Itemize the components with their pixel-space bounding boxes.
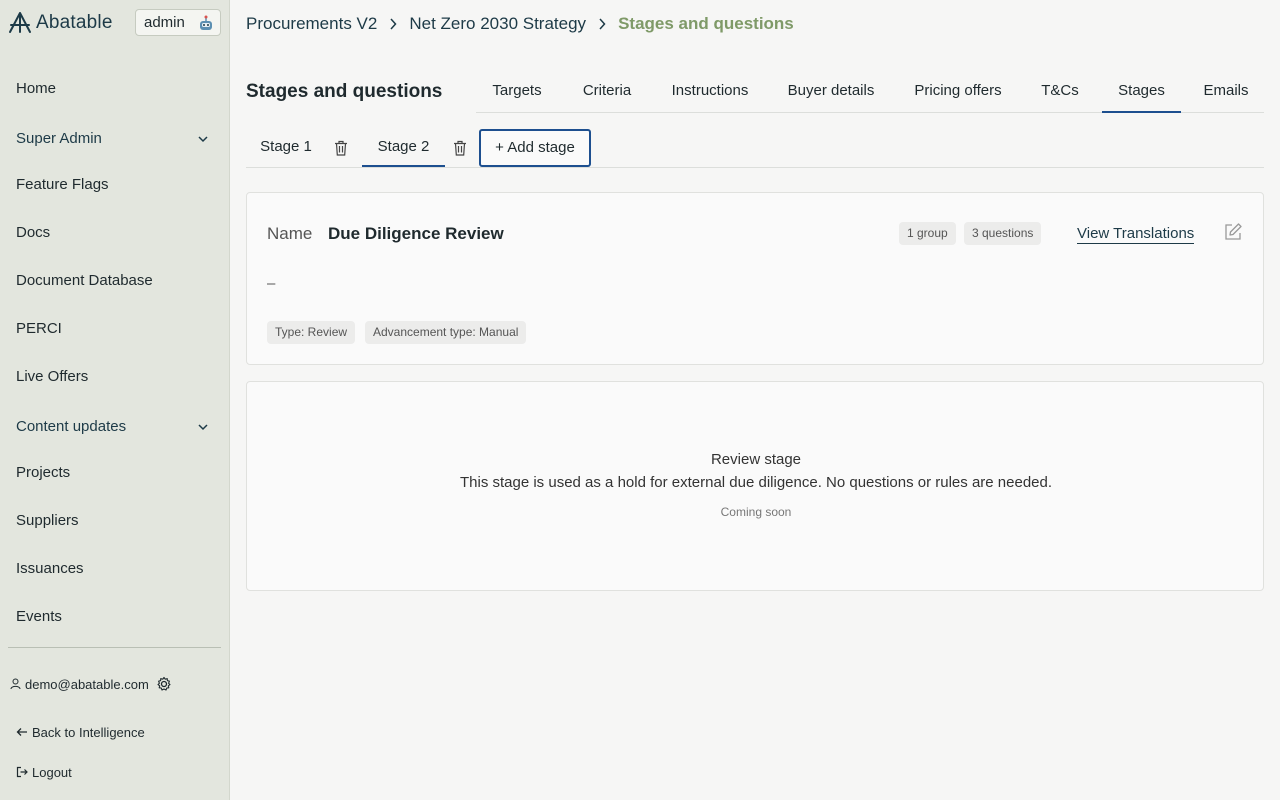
sidebar-item-perci[interactable]: PERCI <box>16 318 216 340</box>
trash-icon[interactable] <box>453 140 467 156</box>
stage-type-badge: Type: Review <box>267 321 356 344</box>
page-title: Stages and questions <box>246 81 443 102</box>
chevron-down-icon <box>198 136 208 143</box>
tab-stages[interactable]: Stages <box>1102 78 1181 113</box>
add-stage-button[interactable]: + Add stage <box>479 129 591 167</box>
sidebar-item-content-updates[interactable]: Content updates <box>16 416 216 438</box>
review-stage-card: Review stage This stage is used as a hol… <box>246 381 1264 591</box>
tab-instructions[interactable]: Instructions <box>660 78 760 113</box>
sidebar-item-issuances[interactable]: Issuances <box>16 558 216 580</box>
tab-tcs[interactable]: T&Cs <box>1031 78 1089 113</box>
sidebar-item-projects[interactable]: Projects <box>16 462 216 484</box>
abatable-logo-icon <box>9 12 31 33</box>
sidebar-item-events[interactable]: Events <box>16 606 216 628</box>
sidebar-item-suppliers[interactable]: Suppliers <box>16 510 216 532</box>
breadcrumb-procurements[interactable]: Procurements V2 <box>246 14 377 34</box>
review-stage-title: Review stage <box>710 451 802 468</box>
user-icon <box>10 678 21 690</box>
stage-tabs: Stage 1 Stage 2 + Add stage <box>246 129 1264 168</box>
edit-icon[interactable] <box>1223 222 1243 242</box>
groups-badge: 1 group <box>899 222 956 245</box>
stage-description: – <box>267 275 276 292</box>
tab-pricing-offers[interactable]: Pricing offers <box>904 78 1012 113</box>
sidebar-item-document-database[interactable]: Document Database <box>16 270 216 292</box>
admin-badge[interactable]: admin <box>135 9 221 36</box>
review-stage-description: This stage is used as a hold for externa… <box>459 474 1053 491</box>
sidebar-item-super-admin[interactable]: Super Admin <box>16 128 216 150</box>
tab-buyer-details[interactable]: Buyer details <box>779 78 883 113</box>
sidebar-item-home[interactable]: Home <box>16 78 216 100</box>
robot-icon <box>200 15 212 30</box>
chevron-down-icon <box>198 424 208 431</box>
settings-gear-icon[interactable] <box>156 676 172 692</box>
trash-icon[interactable] <box>334 140 348 156</box>
chevron-right-icon <box>599 18 606 30</box>
sidebar-item-label: Content updates <box>16 418 127 435</box>
stage-tab-2[interactable]: Stage 2 <box>362 129 445 167</box>
logout-link[interactable]: Logout <box>16 763 72 781</box>
stage-details-card: Name Due Diligence Review 1 group 3 ques… <box>246 192 1264 365</box>
user-email: demo@abatable.com <box>25 676 149 692</box>
back-to-intelligence-link[interactable]: Back to Intelligence <box>16 723 145 741</box>
view-translations-link[interactable]: View Translations <box>1077 224 1195 244</box>
breadcrumb: Procurements V2 Net Zero 2030 Strategy S… <box>246 12 794 36</box>
questions-badge: 3 questions <box>964 222 1042 245</box>
brand-logo-link[interactable]: Abatable <box>8 10 113 36</box>
breadcrumb-current: Stages and questions <box>618 14 794 33</box>
tab-targets[interactable]: Targets <box>476 78 558 113</box>
sidebar-item-docs[interactable]: Docs <box>16 222 216 244</box>
tab-emails[interactable]: Emails <box>1198 78 1254 113</box>
sidebar-item-label: Super Admin <box>16 130 102 147</box>
chevron-right-icon <box>390 18 397 30</box>
sidebar-item-feature-flags[interactable]: Feature Flags <box>16 174 216 196</box>
stage-name-label: Name <box>267 224 313 243</box>
sidebar: Abatable admin Home Super Admin Feature … <box>0 0 230 800</box>
user-account: demo@abatable.com <box>10 675 149 693</box>
stage-name: Due Diligence Review <box>328 224 504 243</box>
procurement-tabs: Targets Criteria Instructions Buyer deta… <box>476 78 1264 113</box>
sidebar-item-live-offers[interactable]: Live Offers <box>16 366 216 388</box>
admin-badge-label: admin <box>144 14 185 31</box>
arrow-left-icon <box>16 728 27 736</box>
tab-criteria[interactable]: Criteria <box>570 78 644 113</box>
stage-tab-1[interactable]: Stage 1 <box>246 129 326 167</box>
logout-label: Logout <box>32 764 72 780</box>
advancement-type-badge: Advancement type: Manual <box>365 321 527 344</box>
logout-icon <box>16 766 28 778</box>
coming-soon-note: Coming soon <box>720 505 792 519</box>
back-to-intelligence-label: Back to Intelligence <box>32 724 145 740</box>
brand-name: Abatable <box>36 12 113 33</box>
sidebar-divider <box>8 647 221 648</box>
breadcrumb-strategy[interactable]: Net Zero 2030 Strategy <box>409 14 586 34</box>
